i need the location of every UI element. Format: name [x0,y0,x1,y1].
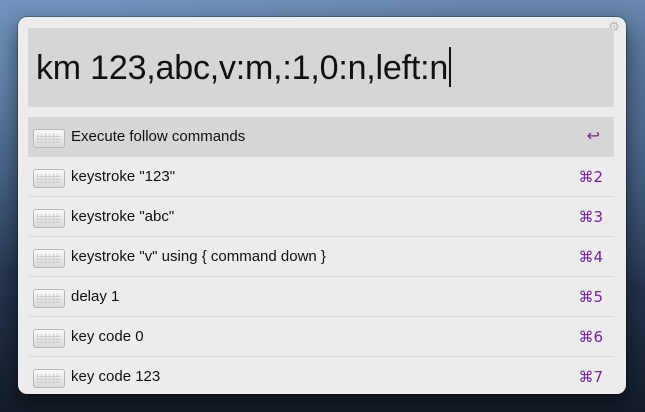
result-row-execute[interactable]: Execute follow commands ↩ [28,117,614,157]
keyboard-icon [34,130,64,147]
result-label: keystroke "123" [71,168,176,185]
keyboard-icon [34,290,64,307]
result-label: keystroke "abc" [71,208,175,225]
result-shortcut: ⌘6 [578,328,603,346]
result-label: Execute follow commands [71,128,246,145]
result-label: key code 123 [71,368,161,385]
result-shortcut: ⌘2 [578,168,603,186]
result-shortcut: ⌘7 [578,368,603,386]
result-row[interactable]: keystroke "abc" ⌘3 [28,197,614,237]
search-input-text: km 123,abc,v:m,:1,0:n,left:n [36,47,452,88]
result-row[interactable]: keystroke "123" ⌘2 [28,157,614,197]
text-caret [449,47,452,87]
keyboard-icon [34,330,64,347]
keyboard-icon [34,370,64,387]
result-shortcut: ⌘3 [578,208,603,226]
results-list: Execute follow commands ↩ keystroke "123… [28,117,614,394]
query-value: km 123,abc,v:m,:1,0:n,left:n [36,49,449,87]
result-row[interactable]: key code 0 ⌘6 [28,317,614,357]
return-key-icon: ↩ [586,126,600,145]
result-shortcut: ⌘5 [578,288,603,306]
result-label: keystroke "v" using { command down } [71,248,326,265]
search-input[interactable]: km 123,abc,v:m,:1,0:n,left:n [28,28,614,107]
result-label: delay 1 [71,288,120,305]
result-row[interactable]: key code 123 ⌘7 [28,357,614,394]
result-row[interactable]: keystroke "v" using { command down } ⌘4 [28,237,614,277]
keyboard-icon [34,170,64,187]
launcher-window: ⚙ km 123,abc,v:m,:1,0:n,left:n Execute f… [18,17,626,394]
result-row[interactable]: delay 1 ⌘5 [28,277,614,317]
result-shortcut: ⌘4 [578,248,603,266]
result-label: key code 0 [71,328,144,345]
keyboard-icon [34,250,64,267]
keyboard-icon [34,210,64,227]
